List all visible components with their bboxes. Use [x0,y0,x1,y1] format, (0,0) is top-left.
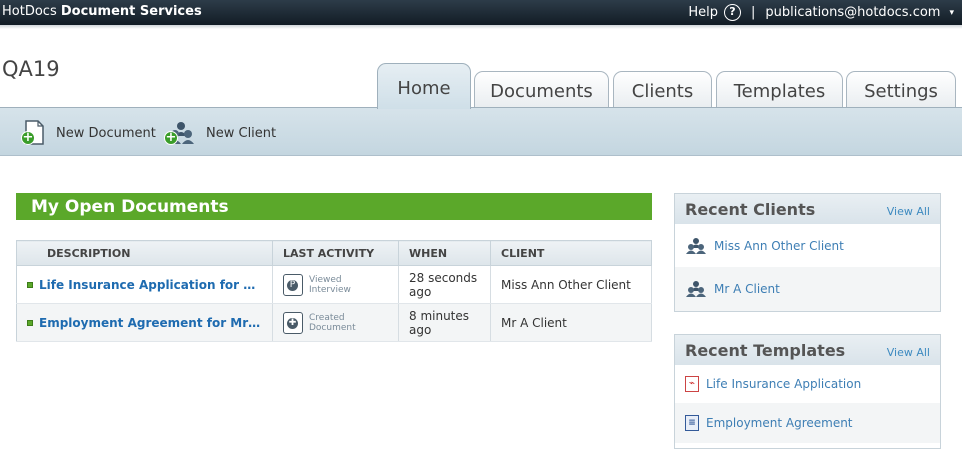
word-doc-icon: ≡ [685,415,699,431]
document-link[interactable]: Life Insurance Application for Miss A... [39,278,264,292]
activity-cell: ✚ Created Document [272,303,399,342]
tab-home[interactable]: Home [377,63,471,109]
template-link[interactable]: Employment Agreement [706,416,853,430]
new-document-button[interactable]: + New Document [20,120,156,146]
pdf-icon: ⌁ [685,376,699,392]
action-toolbar: + New Document + New Client [0,108,962,156]
recent-templates-panel: Recent Templates View All ⌁ Life Insuran… [674,334,941,449]
divider: | [751,5,756,20]
table-row[interactable]: Employment Agreement for Mr A Cli... ✚ C… [16,303,652,342]
when-cell: 8 minutes ago [398,303,491,342]
tab-clients[interactable]: Clients [613,71,712,108]
brand-name: Document Services [60,4,202,19]
activity-text: Viewed Interview [309,275,351,295]
new-client-button[interactable]: + New Client [164,120,276,146]
column-header-when[interactable]: WHEN [398,240,491,266]
template-link[interactable]: Life Insurance Application [706,377,861,391]
description-cell: Employment Agreement for Mr A Cli... [16,303,273,342]
recent-clients-header: Recent Clients View All [675,194,940,224]
activity-line1: Viewed [309,274,342,285]
topbar-shadow [0,25,962,29]
view-all-templates-link[interactable]: View All [887,346,930,359]
new-client-label: New Client [206,125,277,141]
activity-line2: Document [309,322,356,333]
help-icon[interactable]: ? [724,4,741,21]
list-item[interactable]: ≡ Employment Agreement [675,403,940,443]
new-client-icon: + [164,120,198,146]
client-group-icon [686,281,706,297]
plus-icon: + [21,130,35,145]
help-link[interactable]: Help [688,5,718,20]
tab-documents[interactable]: Documents [474,71,609,108]
new-document-label: New Document [56,125,156,141]
client-cell: Miss Ann Other Client [490,265,652,304]
activity-text: Created Document [309,313,356,333]
client-group-icon [686,237,706,254]
when-line1: 8 minutes [409,308,470,323]
brand: HotDocs Document Services [2,4,202,19]
new-document-icon: + [20,120,48,146]
chevron-down-icon[interactable]: ▾ [949,8,954,18]
recent-templates-title: Recent Templates [685,341,846,360]
list-item[interactable]: ⌁ Life Insurance Application [675,365,940,403]
when-cell: 28 seconds ago [398,265,491,304]
brand-prefix: HotDocs [2,4,57,19]
when-line2: ago [409,284,432,299]
recent-clients-title: Recent Clients [685,200,816,219]
open-documents-table: DESCRIPTION LAST ACTIVITY WHEN CLIENT Li… [16,240,652,342]
page-title: QA19 [2,57,60,81]
activity-badge: ✚ [287,317,298,329]
list-item[interactable]: Miss Ann Other Client [675,224,940,267]
created-document-icon: ✚ [283,311,303,334]
tab-settings[interactable]: Settings [846,71,956,108]
plus-icon: + [164,130,178,145]
open-documents-header: My Open Documents [16,193,652,220]
activity-badge: P [287,279,298,291]
recent-clients-panel: Recent Clients View All Miss Ann Other C… [674,193,941,312]
user-menu[interactable]: publications@hotdocs.com [765,5,940,20]
view-all-clients-link[interactable]: View All [887,205,930,218]
client-cell: Mr A Client [490,303,652,342]
viewed-interview-icon: P [283,273,303,296]
when-line1: 28 seconds [409,270,478,285]
column-header-client[interactable]: CLIENT [490,240,652,266]
description-cell: Life Insurance Application for Miss A... [16,265,273,304]
recent-templates-header: Recent Templates View All [675,335,940,365]
list-item[interactable]: Mr A Client [675,267,940,311]
activity-line2: Interview [309,284,351,295]
when-line2: ago [409,322,432,337]
status-bullet-icon [27,319,33,326]
client-link[interactable]: Miss Ann Other Client [714,239,844,253]
status-bullet-icon [27,281,33,288]
table-row[interactable]: Life Insurance Application for Miss A...… [16,265,652,304]
activity-line1: Created [309,312,345,323]
document-link[interactable]: Employment Agreement for Mr A Cli... [39,316,264,330]
client-link[interactable]: Mr A Client [714,282,780,296]
top-bar: HotDocs Document Services Help ? | publi… [0,0,962,25]
top-right-menu: Help ? | publications@hotdocs.com ▾ [688,4,954,21]
activity-cell: P Viewed Interview [272,265,399,304]
column-header-last-activity[interactable]: LAST ACTIVITY [272,240,399,266]
tab-templates[interactable]: Templates [716,71,843,108]
column-header-description[interactable]: DESCRIPTION [16,240,273,266]
